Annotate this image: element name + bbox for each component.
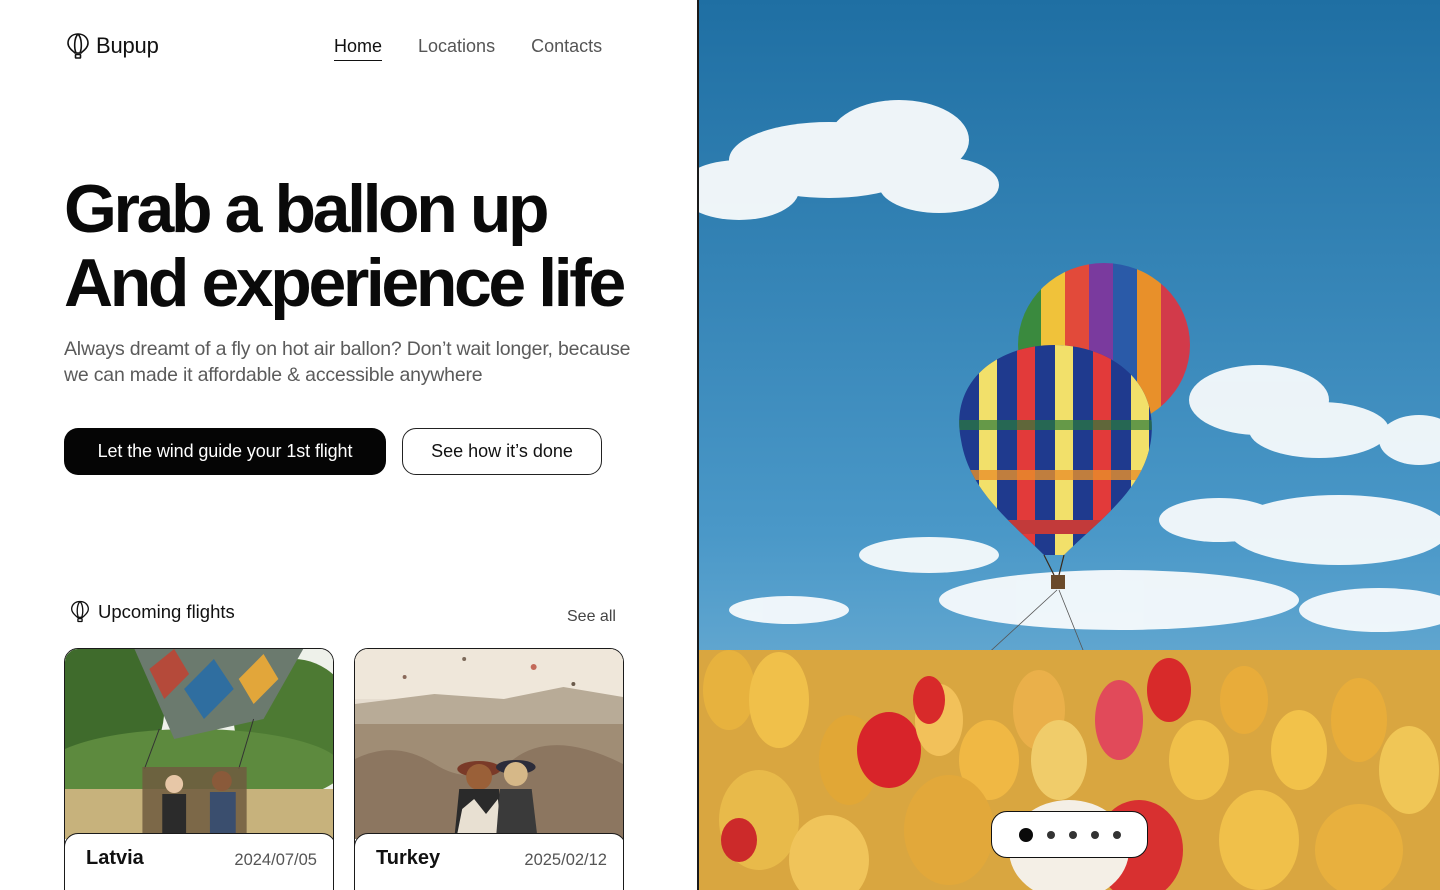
secondary-cta-button[interactable]: See how it’s done [402, 428, 602, 475]
see-all-link[interactable]: See all [567, 608, 616, 626]
hero-title: Grab a ballon up And experience life [64, 171, 626, 321]
carousel-dot-5[interactable] [1112, 830, 1121, 839]
flight-card-latvia[interactable]: Latvia 2024/07/05 [64, 648, 334, 890]
hero-title-line-1: Grab a ballon up [64, 171, 550, 247]
balloon-icon [67, 33, 89, 59]
brand-logo[interactable]: Bupup [66, 32, 159, 60]
nav-contacts[interactable]: Contacts [531, 36, 602, 61]
flight-location: Turkey [376, 847, 441, 869]
left-panel: Bupup Home Locations Contacts Grab a bal… [0, 0, 698, 890]
flight-date: 2024/07/05 [234, 851, 317, 869]
flight-location: Latvia [86, 847, 144, 869]
nav-locations[interactable]: Locations [418, 36, 495, 61]
flight-card-turkey[interactable]: Turkey 2025/02/12 [354, 648, 624, 890]
hero-image-panel [699, 0, 1440, 890]
carousel-indicators [991, 811, 1148, 858]
carousel-dot-3[interactable] [1068, 830, 1077, 839]
flight-photo-latvia [65, 649, 333, 839]
upcoming-flights-title: Upcoming flights [98, 600, 235, 622]
hot-air-balloon-photo [699, 0, 1440, 890]
primary-cta-button[interactable]: Let the wind guide your 1st flight [64, 428, 386, 475]
flight-date: 2025/02/12 [524, 851, 607, 869]
hero-title-line-2: And experience life [64, 245, 626, 321]
main-nav: Home Locations Contacts [334, 36, 602, 61]
upcoming-flights-heading: Upcoming flights [70, 599, 235, 624]
nav-home[interactable]: Home [334, 36, 383, 61]
carousel-dot-1[interactable] [1018, 827, 1033, 842]
carousel-dot-4[interactable] [1090, 830, 1099, 839]
brand-name: Bupup [96, 33, 159, 58]
flight-photo-turkey [355, 649, 623, 839]
hero-subtitle: Always dreamt of a fly on hot air ballon… [64, 338, 631, 386]
carousel-dot-2[interactable] [1046, 830, 1055, 839]
balloon-icon [70, 600, 90, 623]
